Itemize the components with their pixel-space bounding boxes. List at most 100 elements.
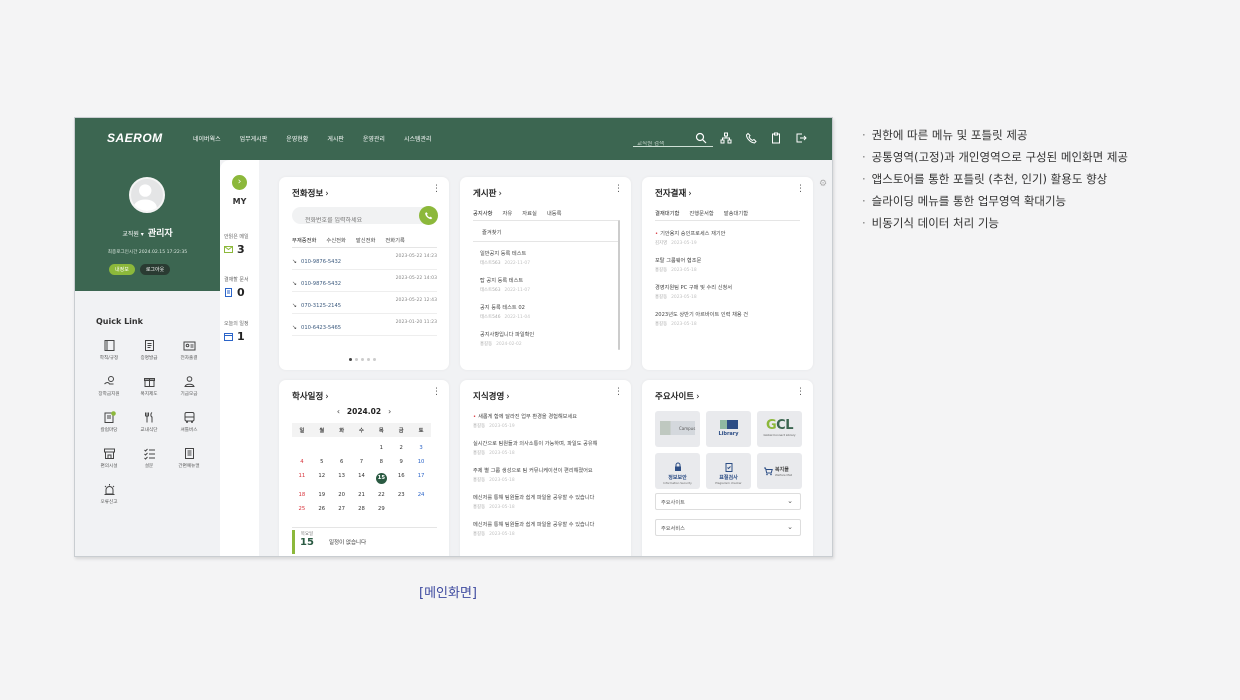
today-schedule-stat[interactable]: 오늘의 일정 1 bbox=[224, 320, 249, 343]
tab-favorites[interactable]: 즐겨찾기 bbox=[482, 228, 502, 239]
approval-row[interactable]: 경영지원팀 PC 구매 및 수리 신청서 홍길동 2023-05-18 bbox=[655, 284, 797, 300]
board-row[interactable]: 탑 공지 등록 테스트 테스트563 2022-11-07 bbox=[480, 277, 622, 293]
call-button[interactable] bbox=[419, 206, 438, 225]
board-row[interactable]: 공지사항입니다 파일확인 홍길동 2024-02-02 bbox=[480, 331, 622, 347]
panel-toggle-chevron-icon[interactable]: › bbox=[232, 175, 247, 190]
calendar-day[interactable]: 9 bbox=[391, 459, 411, 465]
more-icon[interactable]: ⋮ bbox=[796, 388, 805, 397]
calendar-day[interactable]: 22 bbox=[371, 492, 391, 498]
calendar-day[interactable]: 14 bbox=[352, 473, 372, 484]
phone-portlet-title[interactable]: 전화정보 › bbox=[292, 187, 329, 199]
calendar-day[interactable]: 24 bbox=[411, 492, 431, 498]
knowledge-row[interactable]: 메신저를 통해 팀원들과 쉽게 파일을 공유할 수 있습니다 홍길동 2023-05… bbox=[473, 494, 615, 510]
site-logo-campus[interactable]: Campus bbox=[655, 411, 700, 447]
board-row[interactable]: 일반공지 등록 테스트 테스트563 2022-11-07 bbox=[480, 250, 622, 266]
phone-icon[interactable] bbox=[745, 132, 757, 144]
my-info-button[interactable]: 내정보 bbox=[109, 264, 135, 275]
pagination-dot[interactable] bbox=[361, 358, 364, 361]
phone-call-row[interactable]: ↘ 010-9876-5432 2023-05-22 14:23 bbox=[292, 254, 437, 270]
phone-number-input[interactable] bbox=[305, 217, 415, 224]
calendar-day[interactable]: 20 bbox=[332, 492, 352, 498]
calendar-day[interactable]: 4 bbox=[292, 459, 312, 465]
quick-link-attendance[interactable]: 전자출결 bbox=[169, 339, 209, 365]
main-services-select[interactable]: 주요서비스 ⌄ bbox=[655, 519, 801, 536]
approval-portlet-title[interactable]: 전자결재 › bbox=[655, 187, 692, 199]
knowledge-row[interactable]: 주제 별 그룹 생성으로 팀 커뮤니케이션이 편리해졌어요 홍길동 2023-05-… bbox=[473, 467, 615, 483]
nav-item-naverworks[interactable]: 네이버웍스 bbox=[193, 134, 221, 143]
unread-mail-stat[interactable]: 안읽은 메일 3 bbox=[224, 233, 249, 256]
calendar-day[interactable]: 25 bbox=[292, 506, 312, 512]
calendar-day[interactable]: 28 bbox=[352, 506, 372, 512]
quick-link-certificate[interactable]: 증명발급 bbox=[129, 339, 169, 365]
calendar-day[interactable]: 3 bbox=[411, 445, 431, 451]
quick-link-error-report[interactable]: 오류신고 bbox=[89, 483, 129, 509]
pagination-dot[interactable] bbox=[367, 358, 370, 361]
quick-link-scholarship[interactable]: 장학금지원 bbox=[89, 375, 129, 401]
phone-call-row[interactable]: ↘ 010-6423-5465 2023-01-20 11:23 bbox=[292, 320, 437, 336]
clipboard-icon[interactable] bbox=[770, 132, 782, 144]
calendar-day[interactable]: 16 bbox=[391, 473, 411, 484]
quick-link-welfare[interactable]: 복지제도 bbox=[129, 375, 169, 401]
more-icon[interactable]: ⋮ bbox=[614, 185, 623, 194]
quick-link-rules[interactable]: 학칙/규정 bbox=[89, 339, 129, 365]
more-icon[interactable]: ⋮ bbox=[614, 388, 623, 397]
quick-link-facility[interactable]: 편의시설 bbox=[89, 447, 129, 473]
calendar-day[interactable]: 5 bbox=[312, 459, 332, 465]
logout-icon[interactable] bbox=[795, 132, 807, 144]
avatar[interactable] bbox=[129, 177, 165, 213]
knowledge-row[interactable]: • 새롭게 함께 달라진 업무 환경을 경험해보세요 홍길동 2023-05-19 bbox=[473, 413, 615, 429]
phone-call-row[interactable]: ↘ 010-9876-5432 2023-05-22 14:03 bbox=[292, 276, 437, 292]
calendar-day[interactable]: 19 bbox=[312, 492, 332, 498]
calendar-day[interactable]: 13 bbox=[332, 473, 352, 484]
main-sites-select[interactable]: 주요사이트 ⌄ bbox=[655, 493, 801, 510]
site-logo-gcl[interactable]: GCL Global Connect Library bbox=[757, 411, 802, 447]
calendar-day[interactable]: 21 bbox=[352, 492, 372, 498]
phone-call-row[interactable]: ↘ 070-3125-2145 2023-05-22 12:43 bbox=[292, 298, 437, 314]
logout-button[interactable]: 로그아웃 bbox=[139, 264, 171, 275]
knowledge-row[interactable]: 메신저를 통해 팀원들과 쉽게 파일을 공유할 수 있습니다 홍길동 2023-05… bbox=[473, 521, 615, 537]
search-icon[interactable] bbox=[695, 132, 707, 144]
prev-month-icon[interactable]: ‹ bbox=[337, 407, 340, 416]
site-logo-security[interactable]: 정보보안 Information Security bbox=[655, 453, 700, 489]
calendar-day[interactable]: 8 bbox=[371, 459, 391, 465]
site-logo-library[interactable]: Library bbox=[706, 411, 751, 447]
calendar-day[interactable]: 11 bbox=[292, 473, 312, 484]
calendar-day[interactable]: 1 bbox=[371, 445, 391, 451]
quick-link-shuttle[interactable]: 셔틀버스 bbox=[169, 411, 209, 437]
pending-approval-stat[interactable]: 결재할 문서 0 bbox=[224, 276, 249, 299]
next-month-icon[interactable]: › bbox=[388, 407, 391, 416]
nav-item-operation-status[interactable]: 운영현황 bbox=[286, 134, 308, 143]
quick-link-manual[interactable]: 간편예뉴얼 bbox=[169, 447, 209, 473]
quick-link-column[interactable]: 칼럼마당 bbox=[89, 411, 129, 437]
calendar-day[interactable]: 18 bbox=[292, 492, 312, 498]
calendar-day[interactable]: 23 bbox=[391, 492, 411, 498]
more-icon[interactable]: ⋮ bbox=[432, 388, 441, 397]
gear-icon[interactable]: ⚙ bbox=[819, 179, 827, 189]
nav-item-work-board[interactable]: 업무게시판 bbox=[240, 134, 268, 143]
org-chart-icon[interactable] bbox=[720, 132, 732, 144]
quick-link-fundraising[interactable]: 기금모금 bbox=[169, 375, 209, 401]
pagination-dot[interactable] bbox=[373, 358, 376, 361]
calendar-day[interactable]: 6 bbox=[332, 459, 352, 465]
knowledge-portlet-title[interactable]: 지식경영 › bbox=[473, 390, 510, 402]
schedule-portlet-title[interactable]: 학사일정 › bbox=[292, 390, 329, 402]
quick-link-cafeteria[interactable]: 교내식단 bbox=[129, 411, 169, 437]
staff-search-input[interactable] bbox=[637, 141, 697, 147]
quick-link-survey[interactable]: 설문 bbox=[129, 447, 169, 473]
calendar-day[interactable]: 15 bbox=[371, 473, 391, 484]
site-logo-plagiarism[interactable]: 표절검사 Plagiarism checker bbox=[706, 453, 751, 489]
logo[interactable]: SAEROM bbox=[107, 131, 163, 145]
calendar-day[interactable]: 7 bbox=[352, 459, 372, 465]
nav-item-board[interactable]: 게시판 bbox=[327, 134, 344, 143]
nav-item-operation-mgmt[interactable]: 운영관리 bbox=[363, 134, 385, 143]
role-dropdown[interactable]: 교직원 ▾ bbox=[122, 231, 143, 238]
pagination-dot[interactable] bbox=[355, 358, 358, 361]
board-row[interactable]: 공지 등록 테스트 02 테스트546 2022-11-04 bbox=[480, 304, 622, 320]
approval-row[interactable]: • 기안용지 승인프로세스 재기안 김지영 2023-05-19 bbox=[655, 230, 797, 246]
calendar-day[interactable]: 12 bbox=[312, 473, 332, 484]
more-icon[interactable]: ⋮ bbox=[432, 185, 441, 194]
calendar-day[interactable]: 17 bbox=[411, 473, 431, 484]
calendar-day[interactable]: 2 bbox=[391, 445, 411, 451]
calendar-day[interactable]: 27 bbox=[332, 506, 352, 512]
more-icon[interactable]: ⋮ bbox=[796, 185, 805, 194]
